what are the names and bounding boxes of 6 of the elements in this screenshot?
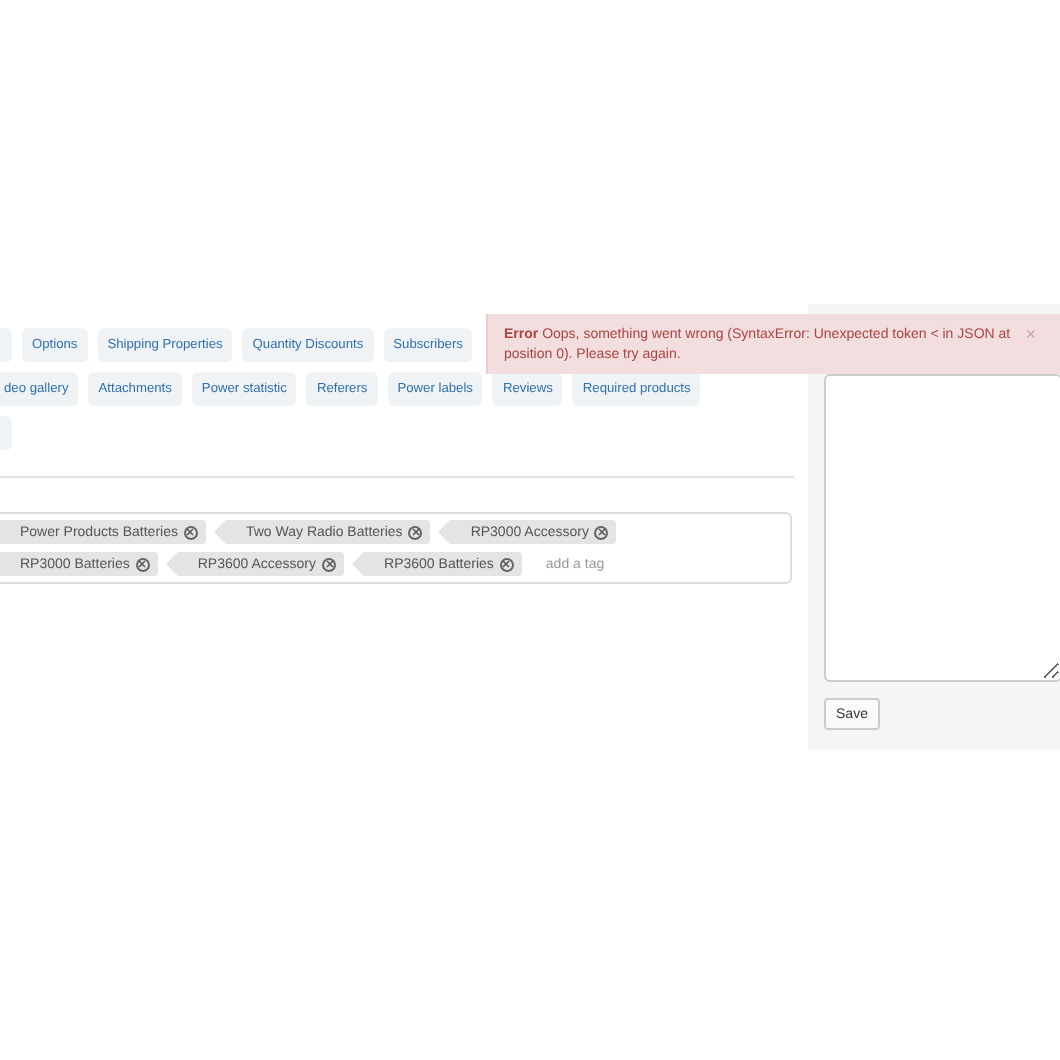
remove-icon[interactable] xyxy=(408,525,423,539)
remove-icon[interactable] xyxy=(594,525,609,539)
remove-icon[interactable] xyxy=(322,557,337,571)
remove-icon[interactable] xyxy=(135,557,150,571)
remove-icon[interactable] xyxy=(499,557,514,571)
remove-icon[interactable] xyxy=(183,525,198,539)
